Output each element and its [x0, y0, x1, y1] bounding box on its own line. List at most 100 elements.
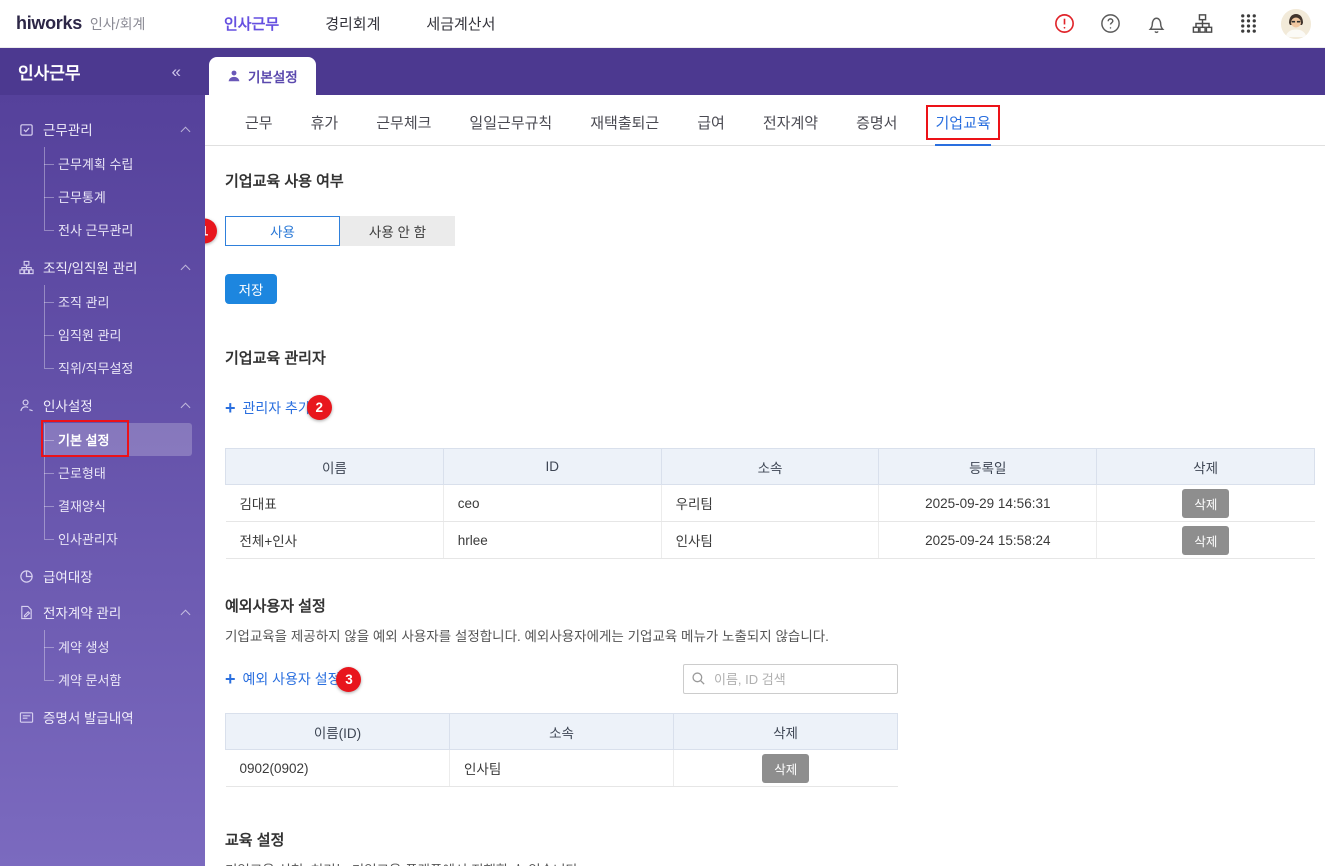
- tab-corporate-education[interactable]: 기업교육: [926, 105, 1000, 146]
- chevron-up-icon: [180, 609, 191, 619]
- main-content: 근무 휴가 근무체크 일일근무규칙 재택출퇴근 급여 전자계약 증명서 기업교육…: [205, 95, 1325, 866]
- col-delete: 삭제: [1096, 448, 1315, 485]
- sidebar-header: 인사근무 «: [0, 48, 205, 95]
- sidebar-item-label: 인사관리자: [58, 532, 118, 547]
- tab-work-check[interactable]: 근무체크: [376, 112, 431, 145]
- delete-button[interactable]: 삭제: [1182, 488, 1230, 518]
- module-title: 인사근무: [18, 64, 81, 83]
- sitemap-icon: [18, 259, 34, 275]
- tab-econtract[interactable]: 전자계약: [763, 112, 818, 145]
- hiworks-logo[interactable]: hiworks: [16, 13, 82, 34]
- admins-table-header-row: 이름 ID 소속 등록일 삭제: [225, 448, 1315, 485]
- sidebar-item-work-management[interactable]: 근무관리: [0, 111, 205, 147]
- cell-id: hrlee: [443, 521, 662, 559]
- sidebar-item-work-stats[interactable]: 근무통계: [44, 180, 192, 213]
- exceptions-description: 기업교육을 제공하지 않을 예외 사용자를 설정합니다. 예외사용자에게는 기업…: [225, 629, 829, 644]
- sidebar: 근무관리 근무계획 수립 근무통계 전사 근무관리 조직/임직원 관리 조직 관…: [0, 95, 205, 866]
- admins-table: 이름 ID 소속 등록일 삭제 김대표 ceo 우리팀 2025-09-29 1…: [225, 448, 1315, 559]
- sidebar-item-work-type[interactable]: 근로형태: [44, 456, 192, 489]
- sidebar-item-org-employee-management[interactable]: 조직/임직원 관리: [0, 249, 205, 285]
- top-bar: hiworks 인사/회계 인사근무 경리회계 세금계산서: [0, 0, 1325, 48]
- brand: hiworks 인사/회계: [16, 13, 208, 34]
- sidebar-item-label: 증명서 발급내역: [43, 711, 134, 726]
- sidebar-collapse-icon[interactable]: «: [172, 62, 181, 82]
- tab-remote-work[interactable]: 재택출퇴근: [590, 112, 659, 145]
- notifications-icon[interactable]: [1143, 11, 1169, 37]
- sidebar-item-label: 전자계약 관리: [43, 606, 122, 621]
- tab-daily-work-rules[interactable]: 일일근무규칙: [469, 112, 552, 145]
- exceptions-table: 이름(ID) 소속 삭제 0902(0902) 인사팀 삭제: [225, 713, 898, 787]
- admins-section-title: 기업교육 관리자: [225, 350, 326, 367]
- delete-button[interactable]: 삭제: [762, 753, 810, 783]
- education-description: 기업교육 신청, 처리는 기업교육 플랫폼에서 진행할 수 있습니다.: [225, 859, 1325, 866]
- sidebar-item-position-duty[interactable]: 직위/직무설정: [44, 351, 192, 384]
- sidebar-item-econtract-management[interactable]: 전자계약 관리: [0, 594, 205, 630]
- sidebar-item-company-work[interactable]: 전사 근무관리: [44, 213, 192, 246]
- save-button[interactable]: 저장: [225, 274, 277, 304]
- add-exception-user-link[interactable]: + 예외 사용자 설정: [225, 669, 340, 689]
- help-icon[interactable]: [1097, 11, 1123, 37]
- chevron-up-icon: [180, 126, 191, 136]
- sidebar-item-label: 급여대장: [43, 570, 93, 585]
- sidebar-item-basic-settings[interactable]: 기본 설정: [41, 420, 192, 457]
- tab-label: 기업교육: [935, 115, 991, 132]
- cell-team: 인사팀: [449, 749, 674, 787]
- search-input[interactable]: [683, 664, 898, 694]
- annotation-badge-1: 1: [205, 218, 217, 244]
- add-admin-link[interactable]: + 관리자 추가: [225, 398, 311, 418]
- usage-on-button[interactable]: 사용: [225, 216, 340, 246]
- calendar-check-icon: [18, 121, 34, 137]
- person-gear-icon: [18, 397, 34, 413]
- alert-icon[interactable]: [1051, 11, 1077, 37]
- tab-certificate[interactable]: 증명서: [856, 112, 897, 145]
- sidebar-item-label: 조직/임직원 관리: [43, 261, 138, 276]
- document-pen-icon: [18, 604, 34, 620]
- sidebar-item-label: 직위/직무설정: [58, 361, 134, 376]
- sidebar-item-employee-management[interactable]: 임직원 관리: [44, 318, 192, 351]
- pie-chart-icon: [18, 568, 34, 584]
- person-icon: [228, 70, 240, 82]
- cell-id: ceo: [443, 484, 662, 522]
- apps-grid-icon[interactable]: [1235, 11, 1261, 37]
- col-team: 소속: [660, 448, 880, 485]
- nav-accounting[interactable]: 경리회계: [325, 13, 380, 34]
- certificate-icon: [18, 709, 34, 725]
- cell-team: 인사팀: [661, 521, 880, 559]
- tab-basic-settings-page[interactable]: 기본설정: [209, 57, 316, 95]
- cell-team: 우리팀: [661, 484, 880, 522]
- col-name-id: 이름(ID): [225, 713, 450, 750]
- nav-hr-work[interactable]: 인사근무: [224, 13, 279, 34]
- col-delete: 삭제: [673, 713, 898, 750]
- cell-name-id: 0902(0902): [225, 749, 450, 787]
- cell-registered: 2025-09-29 14:56:31: [878, 484, 1098, 522]
- sidebar-item-contract-docs[interactable]: 계약 문서함: [44, 663, 192, 696]
- tab-payroll[interactable]: 급여: [697, 112, 725, 145]
- annotation-badge-3: 3: [336, 666, 362, 692]
- col-name: 이름: [225, 448, 444, 485]
- sidebar-item-label: 근무계획 수립: [58, 157, 134, 172]
- module-header-band: 인사근무 « 기본설정: [0, 48, 1325, 95]
- nav-tax-invoice[interactable]: 세금계산서: [426, 13, 495, 34]
- user-avatar[interactable]: [1281, 8, 1311, 39]
- table-row: 0902(0902) 인사팀 삭제: [225, 749, 898, 787]
- sidebar-item-label: 근무관리: [43, 123, 93, 138]
- sidebar-item-payroll-ledger[interactable]: 급여대장: [0, 558, 205, 594]
- exceptions-table-header-row: 이름(ID) 소속 삭제: [225, 713, 898, 750]
- tab-vacation[interactable]: 휴가: [311, 112, 339, 145]
- sidebar-item-approval-form[interactable]: 결재양식: [44, 489, 192, 522]
- sidebar-item-certificate-history[interactable]: 증명서 발급내역: [0, 699, 205, 735]
- sidebar-item-hr-settings[interactable]: 인사설정: [0, 387, 205, 423]
- search-icon: [691, 671, 706, 691]
- tab-work[interactable]: 근무: [245, 112, 273, 145]
- org-chart-icon[interactable]: [1189, 11, 1215, 37]
- usage-off-button[interactable]: 사용 안 함: [340, 216, 455, 246]
- add-admin-label: 관리자 추가: [242, 399, 311, 416]
- top-nav: 인사근무 경리회계 세금계산서: [224, 13, 495, 34]
- sidebar-item-hr-admin[interactable]: 인사관리자: [44, 522, 192, 555]
- sidebar-item-create-contract[interactable]: 계약 생성: [44, 630, 192, 663]
- sidebar-item-org-management[interactable]: 조직 관리: [44, 285, 192, 318]
- annotation-badge-2: 2: [306, 395, 332, 420]
- sidebar-item-work-plan[interactable]: 근무계획 수립: [44, 147, 192, 180]
- delete-button[interactable]: 삭제: [1182, 525, 1230, 555]
- suite-name: 인사/회계: [89, 16, 146, 32]
